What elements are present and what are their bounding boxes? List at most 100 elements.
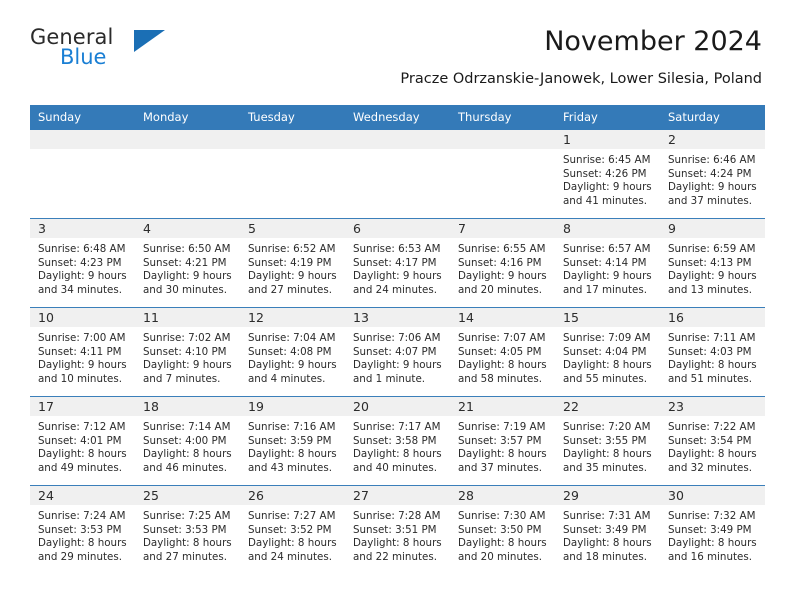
sun-info: Sunrise: 7:22 AM Sunset: 3:54 PM Daylight:… [660,416,765,475]
daylight-text: Daylight: 8 hours [143,537,232,550]
calendar-day-cell-empty [345,130,450,219]
day-number: 26 [248,488,264,503]
daylight-text: Daylight: 8 hours [563,537,652,550]
day-cell-content [240,130,345,218]
sun-info: Sunrise: 6:55 AM Sunset: 4:16 PM Daylight:… [450,238,555,297]
sunset-text: Sunset: 3:50 PM [458,523,542,536]
day-number-band: 24 [30,486,135,505]
day-number: 13 [353,310,369,325]
daylight-text: Daylight: 8 hours [248,537,337,550]
sun-info: Sunrise: 7:06 AM Sunset: 4:07 PM Daylight:… [345,327,450,386]
calendar-day-cell[interactable]: 6 Sunrise: 6:53 AM Sunset: 4:17 PM Daylight… [345,218,450,308]
sun-info: Sunrise: 6:45 AM Sunset: 4:26 PM Daylight:… [555,149,660,208]
day-cell-content: 16 Sunrise: 7:11 AM Sunset: 4:03 PM Dayligh… [660,308,765,396]
calendar-day-cell[interactable]: 20 Sunrise: 7:17 AM Sunset: 3:58 PM Dayligh… [345,396,450,486]
day-cell-content: 10 Sunrise: 7:00 AM Sunset: 4:11 PM Dayligh… [30,308,135,396]
calendar-day-cell[interactable]: 2 Sunrise: 6:46 AM Sunset: 4:24 PM Daylight… [660,130,765,219]
calendar-day-cell[interactable]: 1 Sunrise: 6:45 AM Sunset: 4:26 PM Daylight… [555,130,660,219]
calendar-day-cell[interactable]: 9 Sunrise: 6:59 AM Sunset: 4:13 PM Daylight… [660,218,765,308]
calendar-day-cell[interactable]: 16 Sunrise: 7:11 AM Sunset: 4:03 PM Dayligh… [660,307,765,397]
daylight-text: and 17 minutes. [563,283,647,296]
day-cell-content: 11 Sunrise: 7:02 AM Sunset: 4:10 PM Dayligh… [135,308,240,396]
sunset-text: Sunset: 4:04 PM [563,345,647,358]
day-number: 22 [563,399,579,414]
day-cell-content: 17 Sunrise: 7:12 AM Sunset: 4:01 PM Dayligh… [30,397,135,485]
calendar-day-cell[interactable]: 18 Sunrise: 7:14 AM Sunset: 4:00 PM Dayligh… [135,396,240,486]
day-number: 7 [458,221,466,236]
sunset-text: Sunset: 4:10 PM [143,345,227,358]
page-title: November 2024 [544,26,762,57]
daylight-text: Daylight: 9 hours [143,359,232,372]
sun-info [30,149,135,154]
calendar-day-cell[interactable]: 19 Sunrise: 7:16 AM Sunset: 3:59 PM Dayligh… [240,396,345,486]
day-number: 8 [563,221,571,236]
calendar-day-cell[interactable]: 28 Sunrise: 7:30 AM Sunset: 3:50 PM Dayligh… [450,485,555,574]
day-cell-content [30,130,135,218]
sun-info [450,149,555,154]
calendar-day-cell[interactable]: 7 Sunrise: 6:55 AM Sunset: 4:16 PM Daylight… [450,218,555,308]
calendar-day-cell-empty [450,130,555,219]
sunrise-text: Sunrise: 7:24 AM [38,510,126,522]
calendar-day-cell[interactable]: 12 Sunrise: 7:04 AM Sunset: 4:08 PM Dayligh… [240,307,345,397]
sunset-text: Sunset: 3:49 PM [668,523,752,536]
daylight-text: and 37 minutes. [458,461,542,474]
daylight-text: and 16 minutes. [668,550,752,563]
sunset-text: Sunset: 4:08 PM [248,345,332,358]
day-number-band: 9 [660,219,765,238]
day-cell-content: 7 Sunrise: 6:55 AM Sunset: 4:16 PM Daylight… [450,219,555,307]
day-number-band [240,130,345,149]
sun-info: Sunrise: 7:02 AM Sunset: 4:10 PM Daylight:… [135,327,240,386]
calendar-day-cell[interactable]: 30 Sunrise: 7:32 AM Sunset: 3:49 PM Dayligh… [660,485,765,574]
calendar-day-cell[interactable]: 23 Sunrise: 7:22 AM Sunset: 3:54 PM Dayligh… [660,396,765,486]
calendar-day-cell[interactable]: 26 Sunrise: 7:27 AM Sunset: 3:52 PM Dayligh… [240,485,345,574]
calendar-day-cell[interactable]: 25 Sunrise: 7:25 AM Sunset: 3:53 PM Dayligh… [135,485,240,574]
daylight-text: Daylight: 9 hours [458,270,547,283]
daylight-text: and 58 minutes. [458,372,542,385]
daylight-text: and 20 minutes. [458,283,542,296]
calendar-week-row: 17 Sunrise: 7:12 AM Sunset: 4:01 PM Dayligh… [30,396,765,486]
calendar-day-cell[interactable]: 13 Sunrise: 7:06 AM Sunset: 4:07 PM Dayligh… [345,307,450,397]
day-number: 27 [353,488,369,503]
calendar-day-cell[interactable]: 8 Sunrise: 6:57 AM Sunset: 4:14 PM Daylight… [555,218,660,308]
calendar-day-cell[interactable]: 11 Sunrise: 7:02 AM Sunset: 4:10 PM Dayligh… [135,307,240,397]
day-cell-content: 19 Sunrise: 7:16 AM Sunset: 3:59 PM Dayligh… [240,397,345,485]
sunrise-text: Sunrise: 7:16 AM [248,421,336,433]
calendar-day-cell[interactable]: 4 Sunrise: 6:50 AM Sunset: 4:21 PM Daylight… [135,218,240,308]
calendar-day-cell[interactable]: 5 Sunrise: 6:52 AM Sunset: 4:19 PM Daylight… [240,218,345,308]
day-number: 23 [668,399,684,414]
calendar-day-cell[interactable]: 14 Sunrise: 7:07 AM Sunset: 4:05 PM Dayligh… [450,307,555,397]
calendar-day-cell[interactable]: 29 Sunrise: 7:31 AM Sunset: 3:49 PM Dayligh… [555,485,660,574]
day-number-band: 16 [660,308,765,327]
logo-text-general: General [30,25,114,49]
sunset-text: Sunset: 4:11 PM [38,345,122,358]
day-number-band: 2 [660,130,765,149]
daylight-text: and 1 minute. [353,372,426,385]
calendar-day-cell[interactable]: 27 Sunrise: 7:28 AM Sunset: 3:51 PM Dayligh… [345,485,450,574]
calendar-day-cell[interactable]: 21 Sunrise: 7:19 AM Sunset: 3:57 PM Dayligh… [450,396,555,486]
calendar-day-cell[interactable]: 22 Sunrise: 7:20 AM Sunset: 3:55 PM Dayligh… [555,396,660,486]
sun-info [240,149,345,154]
day-cell-content: 4 Sunrise: 6:50 AM Sunset: 4:21 PM Daylight… [135,219,240,307]
calendar-day-cell[interactable]: 10 Sunrise: 7:00 AM Sunset: 4:11 PM Dayligh… [30,307,135,397]
daylight-text: Daylight: 9 hours [668,270,757,283]
calendar-day-cell-empty [135,130,240,219]
sun-info [345,149,450,154]
calendar-day-cell[interactable]: 3 Sunrise: 6:48 AM Sunset: 4:23 PM Daylight… [30,218,135,308]
day-number: 5 [248,221,256,236]
day-number-band [450,130,555,149]
calendar-day-cell[interactable]: 24 Sunrise: 7:24 AM Sunset: 3:53 PM Dayligh… [30,485,135,574]
generalblue-logo[interactable]: General Blue [30,26,210,80]
sunset-text: Sunset: 3:53 PM [38,523,122,536]
sun-info: Sunrise: 7:28 AM Sunset: 3:51 PM Daylight:… [345,505,450,564]
daylight-text: and 51 minutes. [668,372,752,385]
sunset-text: Sunset: 3:59 PM [248,434,332,447]
calendar-day-cell[interactable]: 15 Sunrise: 7:09 AM Sunset: 4:04 PM Dayligh… [555,307,660,397]
daylight-text: Daylight: 8 hours [458,359,547,372]
sunrise-text: Sunrise: 7:07 AM [458,332,546,344]
sunrise-text: Sunrise: 7:30 AM [458,510,546,522]
sunset-text: Sunset: 3:53 PM [143,523,227,536]
day-cell-content: 29 Sunrise: 7:31 AM Sunset: 3:49 PM Dayligh… [555,486,660,574]
daylight-text: and 35 minutes. [563,461,647,474]
calendar-day-cell[interactable]: 17 Sunrise: 7:12 AM Sunset: 4:01 PM Dayligh… [30,396,135,486]
day-cell-content: 13 Sunrise: 7:06 AM Sunset: 4:07 PM Dayligh… [345,308,450,396]
